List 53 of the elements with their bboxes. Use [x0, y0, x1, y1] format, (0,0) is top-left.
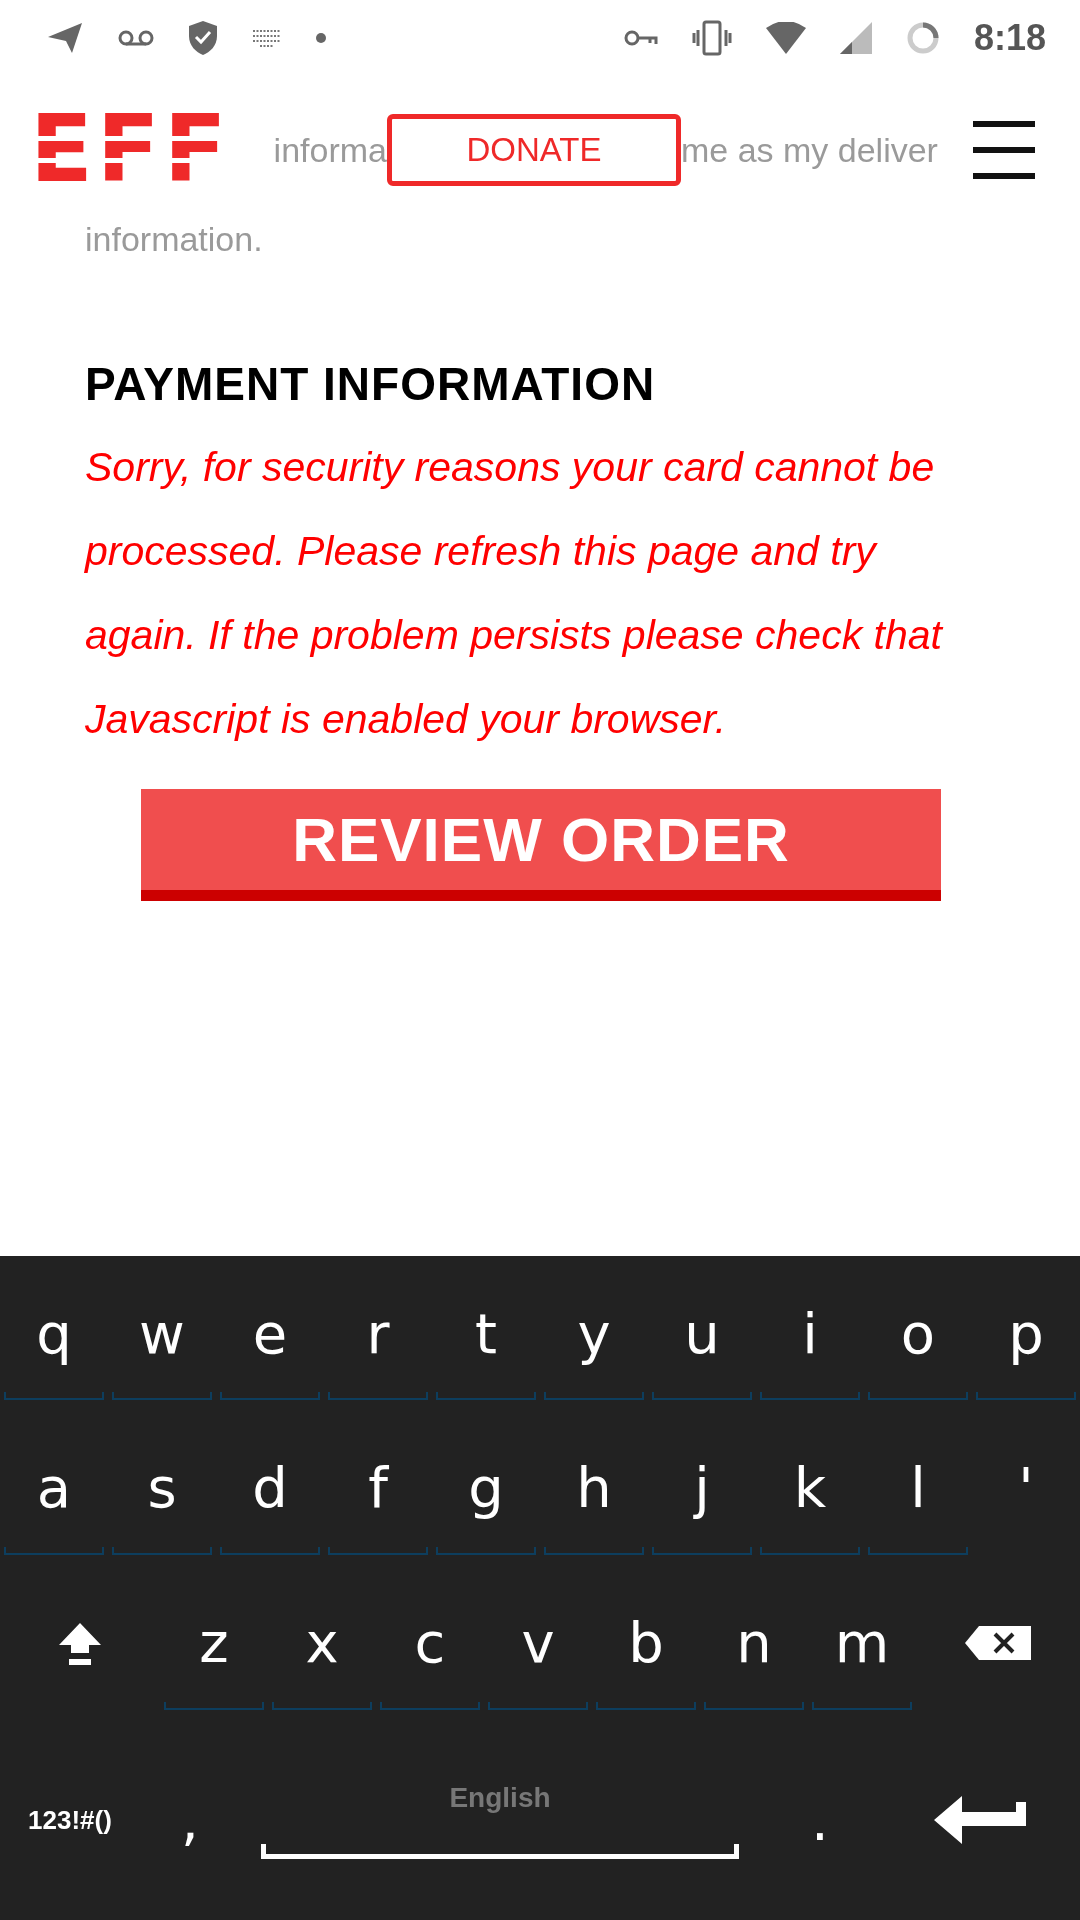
keyboard-key[interactable]: o: [864, 1256, 972, 1410]
dot-icon: [316, 33, 326, 43]
wifi-icon: [765, 22, 806, 54]
billing-option-text: me as my deliver: [680, 130, 938, 170]
section-heading: PAYMENT INFORMATION: [85, 357, 657, 411]
keyboard-key[interactable]: g: [432, 1410, 540, 1565]
language-label: English: [449, 1781, 551, 1814]
menu-icon[interactable]: [973, 120, 1035, 180]
send-icon: [46, 21, 84, 55]
keyboard-key[interactable]: q: [0, 1256, 108, 1410]
comma-key[interactable]: ,: [181, 1787, 199, 1853]
enter-icon[interactable]: [934, 1796, 1026, 1844]
keyboard-key[interactable]: z: [160, 1565, 268, 1720]
keyboard-key[interactable]: u: [648, 1256, 756, 1410]
keyboard-key[interactable]: k: [756, 1410, 864, 1565]
keyboard-key[interactable]: e: [216, 1256, 324, 1410]
keyboard-key[interactable]: p: [972, 1256, 1080, 1410]
backspace-icon[interactable]: [965, 1625, 1031, 1660]
keyboard-key[interactable]: w: [108, 1256, 216, 1410]
period-key[interactable]: .: [811, 1787, 829, 1853]
keyboard-key[interactable]: c: [376, 1565, 484, 1720]
billing-option-text: information.: [85, 220, 264, 259]
keyboard-key[interactable]: j: [648, 1410, 756, 1565]
keyboard-key[interactable]: t: [432, 1256, 540, 1410]
billing-option-text: informa: [273, 130, 387, 170]
vibrate-icon: [691, 20, 732, 56]
donate-button[interactable]: DONATE: [386, 114, 681, 186]
error-message: Sorry, for security reasons your card cannot be processed. Please refresh this page and try again. If the problem persists please check that Javascript is enabled your browser.: [85, 443, 945, 744]
keyboard-key[interactable]: r: [324, 1256, 432, 1410]
keyboard-key[interactable]: d: [216, 1410, 324, 1565]
space-bar[interactable]: [261, 1843, 739, 1859]
keyboard-key[interactable]: n: [700, 1565, 808, 1720]
keyboard-key[interactable]: y: [540, 1256, 648, 1410]
keyboard-key[interactable]: m: [808, 1565, 916, 1720]
keyboard-key[interactable]: ': [972, 1410, 1080, 1565]
keyboard-key[interactable]: s: [108, 1410, 216, 1565]
keyboard-key[interactable]: i: [756, 1256, 864, 1410]
keyboard-icon: [252, 29, 282, 47]
review-order-button[interactable]: REVIEW ORDER: [141, 789, 941, 901]
key-icon: [623, 28, 658, 48]
keyboard-key[interactable]: v: [484, 1565, 592, 1720]
voicemail-icon: [118, 29, 154, 47]
keyboard-key[interactable]: f: [324, 1410, 432, 1565]
symbols-key[interactable]: 123!#(): [28, 1804, 112, 1836]
keyboard-key[interactable]: h: [540, 1410, 648, 1565]
status-time: 8:18: [973, 17, 1046, 59]
shield-check-icon: [188, 20, 218, 56]
keyboard-key[interactable]: b: [592, 1565, 700, 1720]
keyboard-key[interactable]: x: [268, 1565, 376, 1720]
keyboard-key[interactable]: a: [0, 1410, 108, 1565]
keyboard-key[interactable]: l: [864, 1410, 972, 1565]
signal-icon: [839, 22, 872, 54]
battery-ring-icon: [905, 21, 940, 55]
